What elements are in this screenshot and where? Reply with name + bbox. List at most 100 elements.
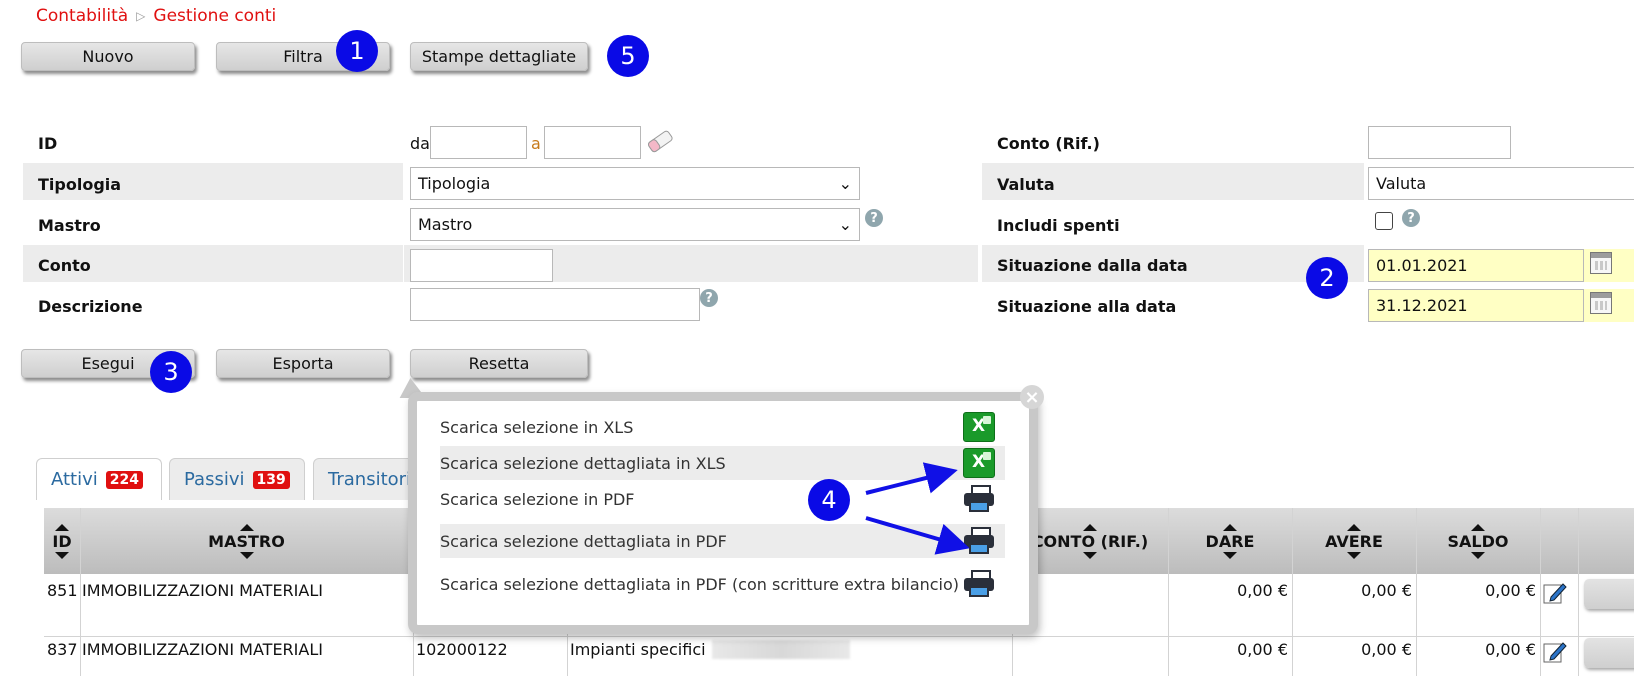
export-option-pdf-detailed[interactable]: Scarica selezione dettagliata in PDF: [440, 524, 1005, 558]
column-header-id[interactable]: ID: [44, 508, 80, 574]
sort-desc-icon[interactable]: [1083, 551, 1097, 559]
row1-avere: 0,00 €: [1361, 581, 1412, 600]
breadcrumb-item-contabilita[interactable]: Contabilità: [36, 6, 128, 26]
column-header-dare[interactable]: DARE: [1168, 508, 1292, 574]
nuovo-button[interactable]: Nuovo: [21, 42, 195, 71]
tab-transitori[interactable]: Transitori: [313, 458, 423, 500]
includi-spenti-label: Includi spenti: [997, 216, 1120, 235]
sort-desc-icon[interactable]: [1347, 551, 1361, 559]
column-header-mastro[interactable]: MASTRO: [80, 508, 413, 574]
stampe-dettagliate-button[interactable]: Stampe dettagliate: [410, 42, 588, 71]
row-action-button[interactable]: [1584, 638, 1634, 668]
edit-pencil-icon[interactable]: [1543, 581, 1567, 605]
tab-transitori-label: Transitori: [328, 469, 412, 490]
row2-conto: 102000122: [416, 640, 508, 659]
export-option-xls-label: Scarica selezione in XLS: [440, 417, 634, 437]
includi-spenti-checkbox[interactable]: [1375, 212, 1393, 230]
valuta-selected: Valuta: [1376, 174, 1427, 193]
id-to-input[interactable]: [544, 126, 641, 159]
column-header-conto-rif-label: CONTO (RIF.): [1031, 531, 1149, 551]
edit-pencil-icon[interactable]: [1543, 640, 1567, 664]
sort-asc-icon[interactable]: [1471, 523, 1485, 531]
sort-desc-icon[interactable]: [55, 551, 69, 559]
situazione-al-date-input[interactable]: 31.12.2021: [1368, 289, 1584, 322]
column-header-saldo-label: SALDO: [1447, 531, 1509, 551]
valuta-select[interactable]: Valuta: [1368, 167, 1634, 200]
row-divider: [44, 636, 1634, 637]
annotation-badge-1: 1: [336, 30, 378, 72]
export-option-pdf-extra[interactable]: Scarica selezione dettagliata in PDF (co…: [440, 567, 1005, 601]
column-divider: [80, 508, 81, 676]
row2-dare: 0,00 €: [1237, 640, 1288, 659]
help-icon[interactable]: ?: [1402, 209, 1420, 227]
sort-asc-icon[interactable]: [1223, 523, 1237, 531]
row-action-button[interactable]: [1584, 579, 1634, 609]
export-option-pdf-extra-label: Scarica selezione dettagliata in PDF (co…: [440, 574, 960, 594]
situazione-dal-date-input[interactable]: 01.01.2021: [1368, 249, 1584, 282]
descrizione-input[interactable]: [410, 288, 700, 321]
redacted-text: [712, 640, 850, 659]
xls-icon[interactable]: X: [963, 412, 995, 442]
tab-passivi[interactable]: Passivi 139: [169, 458, 305, 500]
printer-icon[interactable]: [963, 484, 995, 514]
sort-desc-icon[interactable]: [239, 551, 254, 559]
row2-avere: 0,00 €: [1361, 640, 1412, 659]
sort-asc-icon[interactable]: [1083, 523, 1097, 531]
eraser-icon[interactable]: [645, 127, 675, 155]
sort-desc-icon[interactable]: [1471, 551, 1485, 559]
row2-mastro: IMMOBILIZZAZIONI MATERIALI: [82, 640, 323, 659]
sort-desc-icon[interactable]: [1223, 551, 1237, 559]
mastro-select[interactable]: Mastro ⌄: [410, 208, 860, 241]
help-icon[interactable]: ?: [865, 209, 883, 227]
conto-label: Conto: [38, 256, 91, 275]
calendar-icon[interactable]: [1590, 292, 1612, 314]
row2-descrizione: Impianti specifici: [570, 640, 706, 659]
xls-glyph: X: [972, 452, 986, 472]
sort-asc-icon[interactable]: [239, 523, 254, 531]
sort-asc-icon[interactable]: [1347, 523, 1361, 531]
id-label: ID: [38, 134, 58, 153]
tab-attivi[interactable]: Attivi 224: [36, 458, 162, 500]
export-option-pdf-label: Scarica selezione in PDF: [440, 489, 635, 509]
descrizione-label: Descrizione: [38, 297, 143, 316]
conto-rif-input[interactable]: [1368, 126, 1511, 159]
sort-asc-icon[interactable]: [55, 523, 69, 531]
column-header-saldo[interactable]: SALDO: [1416, 508, 1540, 574]
tipologia-label: Tipologia: [38, 175, 122, 194]
tab-attivi-label: Attivi: [51, 469, 98, 490]
row1-saldo: 0,00 €: [1485, 581, 1536, 600]
row1-mastro: IMMOBILIZZAZIONI MATERIALI: [82, 581, 323, 600]
row1-dare: 0,00 €: [1237, 581, 1288, 600]
tipologia-select[interactable]: Tipologia ⌄: [410, 167, 860, 200]
column-divider: [1540, 508, 1541, 676]
calendar-icon[interactable]: [1590, 252, 1612, 274]
column-header-avere-label: AVERE: [1325, 531, 1383, 551]
breadcrumb-item-gestione-conti[interactable]: Gestione conti: [153, 6, 276, 26]
export-option-xls-detailed[interactable]: Scarica selezione dettagliata in XLS X: [440, 446, 1005, 480]
xls-icon[interactable]: X: [963, 448, 995, 478]
row2-saldo: 0,00 €: [1485, 640, 1536, 659]
close-icon[interactable]: ×: [1020, 385, 1044, 409]
tab-passivi-label: Passivi: [184, 469, 245, 490]
export-option-xls[interactable]: Scarica selezione in XLS X: [440, 410, 1005, 444]
valuta-label: Valuta: [997, 175, 1055, 194]
esporta-button[interactable]: Esporta: [216, 349, 390, 378]
id-from-input[interactable]: [430, 126, 527, 159]
resetta-button[interactable]: Resetta: [410, 349, 588, 378]
column-header-avere[interactable]: AVERE: [1292, 508, 1416, 574]
printer-icon[interactable]: [963, 569, 995, 599]
export-option-pdf[interactable]: Scarica selezione in PDF: [440, 482, 1005, 516]
printer-icon[interactable]: [963, 526, 995, 556]
row2-id: 837: [47, 640, 78, 659]
column-header-mastro-label: MASTRO: [208, 531, 285, 551]
id-from-label: da: [410, 134, 430, 153]
conto-input[interactable]: [410, 249, 553, 282]
chevron-down-icon: ⌄: [838, 174, 852, 193]
breadcrumb-separator-icon: ▷: [136, 9, 146, 23]
mastro-label: Mastro: [38, 216, 101, 235]
annotation-badge-4: 4: [808, 479, 850, 521]
situazione-al-label: Situazione alla data: [997, 297, 1177, 316]
export-option-xls-detailed-label: Scarica selezione dettagliata in XLS: [440, 453, 726, 473]
mastro-selected: Mastro: [418, 215, 473, 234]
help-icon[interactable]: ?: [700, 289, 718, 307]
